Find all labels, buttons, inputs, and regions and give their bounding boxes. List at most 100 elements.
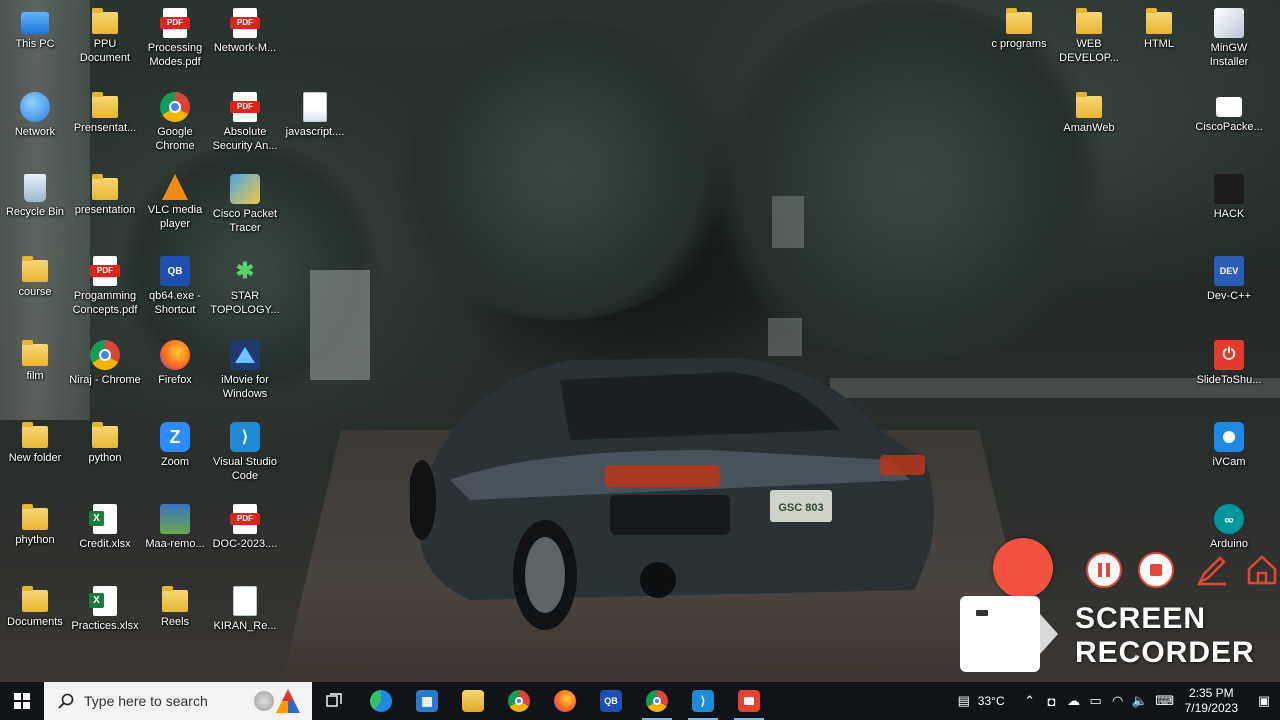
icon-label: Firefox (158, 374, 192, 386)
taskbar-search-box[interactable] (44, 682, 312, 720)
battery-icon[interactable]: ▭ (1085, 682, 1107, 720)
home-button[interactable] (1244, 552, 1280, 588)
weather-temperature[interactable]: 33°C (978, 694, 1005, 708)
taskbar-app-chrome-profile[interactable] (634, 682, 680, 720)
desktop-icon-vscode[interactable]: ⟩ Visual Studio Code (210, 418, 280, 498)
taskbar-app-screen-recorder[interactable] (726, 682, 772, 720)
wallpaper-window (772, 196, 804, 248)
folder-icon (1076, 8, 1102, 34)
desktop-icon-dev-cpp[interactable]: DEV Dev-C++ (1194, 252, 1264, 332)
wallpaper-tree (380, 20, 740, 320)
desktop-icon-web-develop[interactable]: WEB DEVELOP... (1054, 4, 1124, 84)
taskbar-clock[interactable]: 2:35 PM 7/19/2023 (1185, 686, 1238, 716)
desktop-icon-vlc[interactable]: VLC media player (140, 170, 210, 250)
desktop-icon-imovie[interactable]: iMovie for Windows (210, 336, 280, 416)
desktop-icon-slidetoshutdown[interactable]: ⏻ SlideToShu... (1194, 336, 1264, 416)
folder-icon (22, 340, 48, 366)
desktop-icon-ivcam[interactable]: iVCam (1194, 418, 1264, 498)
desktop-icon-reels[interactable]: Reels (140, 582, 210, 662)
pdf-file-icon (230, 92, 260, 122)
pause-button[interactable] (1086, 552, 1122, 588)
desktop-icon-star-topology[interactable]: ✱ STAR TOPOLOGY... (210, 252, 280, 332)
envelope-icon (1216, 97, 1242, 117)
recorder-title-line2: RECORDER (1075, 636, 1255, 669)
draw-button[interactable] (1194, 552, 1230, 588)
desktop-icon-absolute-security[interactable]: Absolute Security An... (210, 88, 280, 168)
word-file-icon (303, 92, 327, 122)
desktop-icon-qb64[interactable]: QB qb64.exe - Shortcut (140, 252, 210, 332)
edge-icon (370, 690, 392, 712)
desktop-icon-mingw-installer[interactable]: MinGW Installer (1194, 4, 1264, 84)
taskbar-app-qb64[interactable]: QB (588, 682, 634, 720)
desktop-icon-hack[interactable]: HACK (1194, 170, 1264, 250)
taskbar-app-edge[interactable] (358, 682, 404, 720)
desktop-icon-ppu-document[interactable]: PPU Document (70, 4, 140, 84)
wifi-icon[interactable]: ◠ (1107, 682, 1129, 720)
stop-button[interactable] (1138, 552, 1174, 588)
desktop-icon-practices-xlsx[interactable]: Practices.xlsx (70, 582, 140, 662)
desktop-icon-film[interactable]: film (0, 336, 70, 416)
desktop-icon-firefox[interactable]: Firefox (140, 336, 210, 416)
chrome-icon (508, 690, 530, 712)
icon-label: qb64.exe - Shortcut (149, 290, 201, 316)
taskbar-app-file-explorer[interactable] (450, 682, 496, 720)
camera-tray-icon[interactable]: ◘ (1041, 682, 1063, 720)
desktop-icon-documents[interactable]: Documents (0, 582, 70, 662)
desktop-icon-ciscopacket[interactable]: CiscoPacke... (1194, 88, 1264, 168)
desktop-icon-this-pc[interactable]: This PC (0, 4, 70, 84)
show-hidden-icons-chevron-icon[interactable]: ⌃ (1019, 682, 1041, 720)
desktop-icon-c-programs[interactable]: c programs (984, 4, 1054, 84)
notifications-icon[interactable]: ▣ (1248, 682, 1280, 720)
icon-label: Maa-remo... (145, 538, 205, 550)
task-view-button[interactable] (312, 682, 358, 720)
icon-label: Network (14, 126, 56, 138)
desktop-icon-niraj-chrome[interactable]: Niraj - Chrome (69, 336, 141, 416)
desktop-icon-doc-2023[interactable]: DOC-2023.... (210, 500, 280, 580)
firefox-icon (160, 340, 190, 370)
desktop-icon-html[interactable]: HTML (1124, 4, 1194, 84)
icon-label: STAR TOPOLOGY... (210, 290, 280, 316)
desktop-icon-network-m[interactable]: Network-M... (210, 4, 280, 84)
search-input[interactable] (84, 693, 254, 709)
desktop-icon-network[interactable]: Network (0, 88, 70, 168)
taskbar-app-store[interactable]: ▦ (404, 682, 450, 720)
desktop-icon-course[interactable]: course (0, 252, 70, 332)
start-button[interactable] (0, 682, 44, 720)
windows-logo-icon (14, 693, 30, 709)
taskbar-app-chrome[interactable] (496, 682, 542, 720)
desktop-icon-cisco-packet-tracer[interactable]: Cisco Packet Tracer (210, 170, 280, 250)
desktop-icon-processing-modes[interactable]: Processing Modes.pdf (140, 4, 210, 84)
desktop-icon-phython[interactable]: phython (0, 500, 70, 580)
desktop-icon-javascript[interactable]: javascript.... (280, 88, 350, 168)
folder-icon (92, 174, 118, 200)
icon-label: Network-M... (213, 42, 277, 54)
network-globe-icon (20, 92, 50, 122)
volume-icon[interactable]: 🔈 (1129, 682, 1151, 720)
stop-icon (1150, 564, 1162, 576)
record-indicator-button[interactable] (993, 538, 1053, 598)
icon-label: This PC (15, 38, 55, 50)
task-view-icon (326, 693, 342, 707)
keyboard-icon[interactable]: ⌨ (1151, 682, 1179, 720)
desktop-icon-new-folder[interactable]: New folder (0, 418, 70, 498)
cloud-icon[interactable]: ☁ (1063, 682, 1085, 720)
desktop-icon-zoom[interactable]: Z Zoom (140, 418, 210, 498)
power-icon: ⏻ (1214, 340, 1244, 370)
desktop-icon-python[interactable]: python (70, 418, 140, 498)
desktop-icon-recycle-bin[interactable]: Recycle Bin (0, 170, 70, 250)
weather-icon[interactable]: ▤ (950, 682, 978, 720)
desktop-icon-amanweb[interactable]: AmanWeb (1054, 88, 1124, 168)
hack-icon (1214, 174, 1244, 204)
image-file-icon (160, 504, 190, 534)
desktop-icon-maa-remo[interactable]: Maa-remo... (140, 500, 210, 580)
star-topology-icon: ✱ (235, 258, 255, 283)
desktop-icon-presentation[interactable]: presentation (70, 170, 140, 250)
desktop-icon-kiran-re[interactable]: KIRAN_Re... (210, 582, 280, 662)
desktop-icon-prensentat[interactable]: Prensentat... (70, 88, 140, 168)
desktop-icon-progamming-concepts[interactable]: Progamming Concepts.pdf (70, 252, 140, 332)
desktop-icon-credit-xlsx[interactable]: Credit.xlsx (70, 500, 140, 580)
desktop-icon-google-chrome[interactable]: Google Chrome (140, 88, 210, 168)
icon-label: WEB DEVELOP... (1059, 38, 1119, 64)
taskbar-app-firefox[interactable] (542, 682, 588, 720)
taskbar-app-vscode[interactable]: ⟩ (680, 682, 726, 720)
